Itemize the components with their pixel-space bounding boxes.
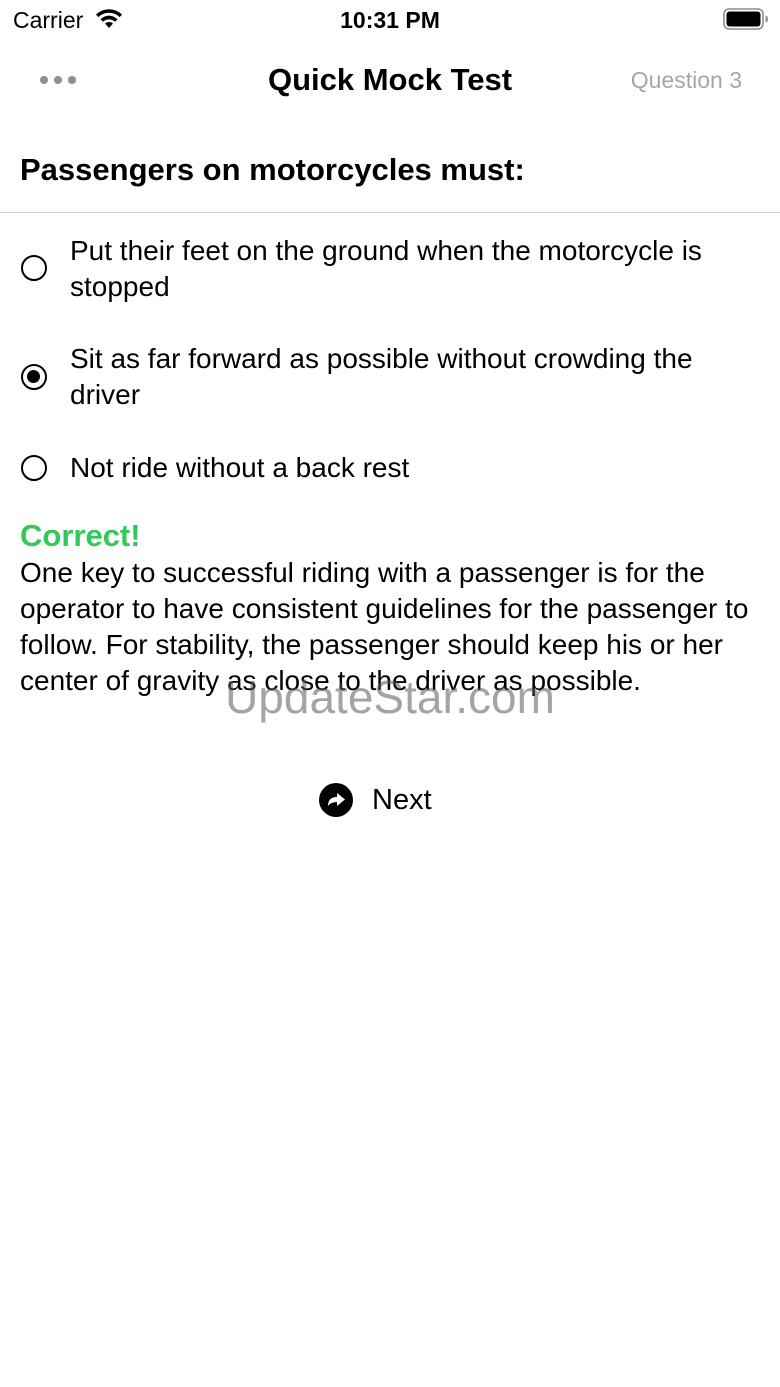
explanation-text: One key to successful riding with a pass… xyxy=(20,557,749,696)
status-time: 10:31 PM xyxy=(340,7,440,33)
radio-button-selected-icon[interactable] xyxy=(21,364,47,390)
status-bar: Carrier 10:31 PM xyxy=(0,0,780,40)
question-counter: Question 3 xyxy=(630,67,742,93)
nav-bar: Quick Mock Test Question 3 xyxy=(0,40,780,120)
answer-option-1[interactable]: Put their feet on the ground when the mo… xyxy=(0,233,780,305)
arrow-circle-right-icon xyxy=(319,783,353,817)
divider xyxy=(0,212,780,213)
answer-option-3[interactable]: Not ride without a back rest xyxy=(0,450,780,490)
answer-option-2[interactable]: Sit as far forward as possible without c… xyxy=(0,341,780,413)
radio-button-icon[interactable] xyxy=(21,255,47,281)
answer-option-label: Not ride without a back rest xyxy=(70,452,410,483)
question-text: Passengers on motorcycles must: xyxy=(20,152,525,187)
radio-button-icon[interactable] xyxy=(21,455,47,481)
answer-option-label: Put their feet on the ground when the mo… xyxy=(70,235,702,302)
next-button-label: Next xyxy=(372,784,432,816)
feedback-title: Correct! xyxy=(20,518,141,553)
battery-icon xyxy=(723,8,768,30)
next-button[interactable]: Next xyxy=(318,778,432,822)
answer-option-label: Sit as far forward as possible without c… xyxy=(70,343,693,410)
